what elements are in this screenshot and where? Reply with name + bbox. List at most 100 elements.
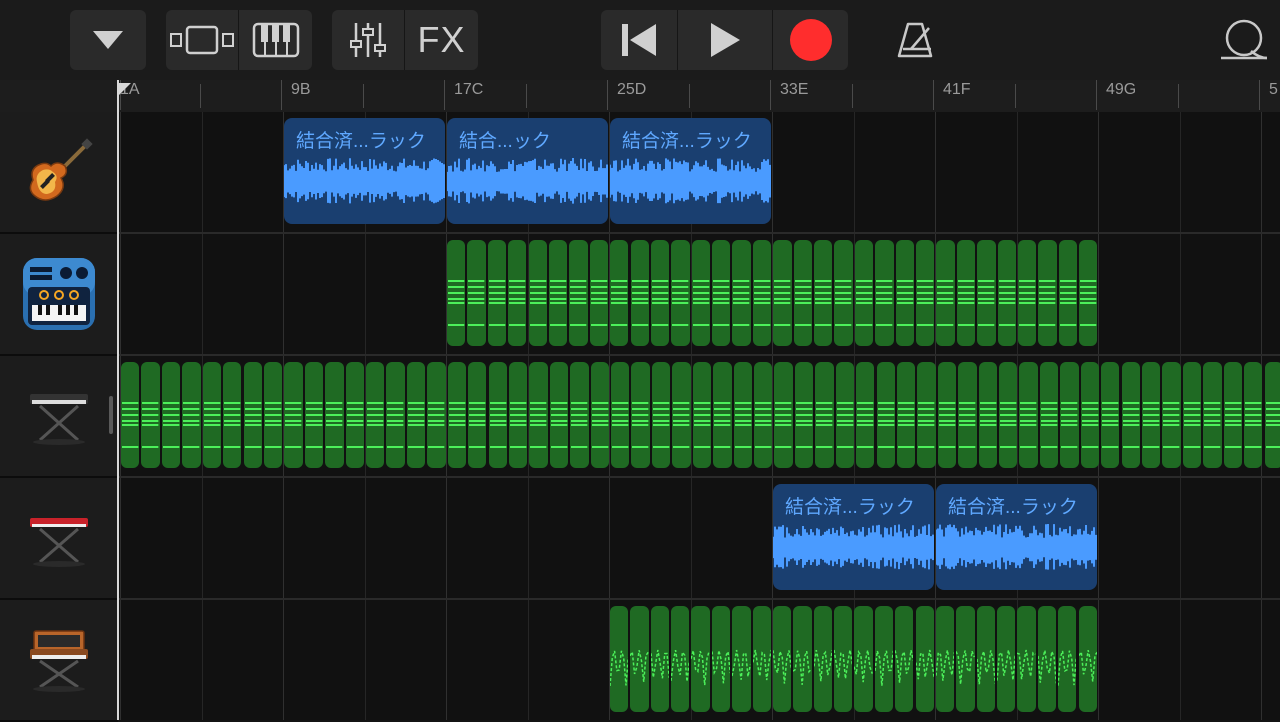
midi-region[interactable]: [1101, 362, 1119, 468]
midi-region[interactable]: [651, 240, 669, 346]
midi-region[interactable]: [773, 606, 791, 712]
midi-region[interactable]: [244, 362, 262, 468]
midi-region[interactable]: [223, 362, 241, 468]
midi-region[interactable]: [732, 606, 750, 712]
keyboard-view-button[interactable]: [239, 10, 312, 70]
midi-region[interactable]: [732, 240, 750, 346]
midi-region[interactable]: [977, 606, 995, 712]
midi-region[interactable]: [998, 240, 1016, 346]
midi-region[interactable]: [896, 240, 914, 346]
midi-region[interactable]: [1142, 362, 1160, 468]
midi-region[interactable]: [958, 362, 976, 468]
scroll-indicator[interactable]: [109, 396, 113, 434]
fx-button[interactable]: FX: [405, 10, 478, 70]
midi-region[interactable]: [550, 362, 568, 468]
midi-region[interactable]: [182, 362, 200, 468]
midi-region[interactable]: [979, 362, 997, 468]
playhead[interactable]: [117, 80, 119, 720]
midi-region[interactable]: [875, 240, 893, 346]
midi-region[interactable]: [713, 362, 731, 468]
audio-region[interactable]: 結合...ック: [447, 118, 608, 224]
midi-region[interactable]: [630, 606, 648, 712]
play-button[interactable]: [678, 10, 772, 70]
midi-region[interactable]: [1079, 606, 1097, 712]
midi-region[interactable]: [284, 362, 302, 468]
midi-region[interactable]: [141, 362, 159, 468]
midi-region[interactable]: [366, 362, 384, 468]
midi-region[interactable]: [264, 362, 282, 468]
midi-region[interactable]: [468, 362, 486, 468]
midi-region[interactable]: [793, 606, 811, 712]
midi-region[interactable]: [1058, 606, 1076, 712]
midi-region[interactable]: [591, 362, 609, 468]
midi-region[interactable]: [856, 362, 874, 468]
midi-region[interactable]: [897, 362, 915, 468]
midi-region[interactable]: [875, 606, 893, 712]
midi-region[interactable]: [427, 362, 445, 468]
midi-region[interactable]: [529, 240, 547, 346]
midi-region[interactable]: [753, 606, 771, 712]
midi-region[interactable]: [569, 240, 587, 346]
browser-button[interactable]: [70, 10, 146, 70]
tracks-view-button[interactable]: [166, 10, 238, 70]
midi-region[interactable]: [815, 362, 833, 468]
midi-region[interactable]: [734, 362, 752, 468]
midi-region[interactable]: [855, 240, 873, 346]
midi-region[interactable]: [1018, 240, 1036, 346]
midi-region[interactable]: [1224, 362, 1242, 468]
mixer-button[interactable]: [332, 10, 404, 70]
midi-region[interactable]: [1244, 362, 1262, 468]
midi-region[interactable]: [203, 362, 221, 468]
midi-region[interactable]: [956, 606, 974, 712]
midi-region[interactable]: [1162, 362, 1180, 468]
timeline-ruler[interactable]: 1A9B17C25D33E41F49G5: [0, 80, 1280, 113]
midi-region[interactable]: [672, 362, 690, 468]
midi-region[interactable]: [814, 240, 832, 346]
midi-region[interactable]: [489, 362, 507, 468]
midi-region[interactable]: [610, 240, 628, 346]
midi-region[interactable]: [773, 240, 791, 346]
midi-region[interactable]: [916, 606, 934, 712]
midi-region[interactable]: [1203, 362, 1221, 468]
midi-region[interactable]: [999, 362, 1017, 468]
metronome-button[interactable]: [880, 10, 950, 70]
record-button[interactable]: [773, 10, 848, 70]
midi-region[interactable]: [305, 362, 323, 468]
midi-region[interactable]: [549, 240, 567, 346]
midi-region[interactable]: [1059, 240, 1077, 346]
midi-region[interactable]: [774, 362, 792, 468]
track-header-guitar[interactable]: [0, 112, 118, 234]
midi-region[interactable]: [1081, 362, 1099, 468]
track-lane[interactable]: [118, 234, 1280, 356]
playhead-handle[interactable]: [117, 83, 131, 97]
track-header-keyboard[interactable]: [0, 356, 118, 478]
midi-region[interactable]: [834, 240, 852, 346]
track-lane[interactable]: 結合済...ラック結合済...ラック: [118, 478, 1280, 600]
midi-region[interactable]: [652, 362, 670, 468]
midi-region[interactable]: [814, 606, 832, 712]
midi-region[interactable]: [754, 362, 772, 468]
midi-region[interactable]: [631, 362, 649, 468]
track-lane[interactable]: 結合済...ラック結合...ック結合済...ラック: [118, 112, 1280, 234]
midi-region[interactable]: [610, 606, 628, 712]
midi-region[interactable]: [651, 606, 669, 712]
midi-region[interactable]: [997, 606, 1015, 712]
midi-region[interactable]: [590, 240, 608, 346]
track-header-synth[interactable]: [0, 234, 118, 356]
midi-region[interactable]: [753, 240, 771, 346]
go-to-start-button[interactable]: [601, 10, 677, 70]
midi-region[interactable]: [611, 362, 629, 468]
midi-region[interactable]: [712, 606, 730, 712]
midi-region[interactable]: [895, 606, 913, 712]
midi-region[interactable]: [346, 362, 364, 468]
midi-region[interactable]: [529, 362, 547, 468]
track-lane[interactable]: [118, 600, 1280, 720]
track-header-modular-synth[interactable]: [0, 600, 118, 722]
midi-region[interactable]: [917, 362, 935, 468]
loop-browser-button[interactable]: [1208, 10, 1280, 70]
track-lane[interactable]: [118, 356, 1280, 478]
midi-region[interactable]: [1183, 362, 1201, 468]
midi-region[interactable]: [977, 240, 995, 346]
midi-region[interactable]: [467, 240, 485, 346]
audio-region[interactable]: 結合済...ラック: [936, 484, 1097, 590]
